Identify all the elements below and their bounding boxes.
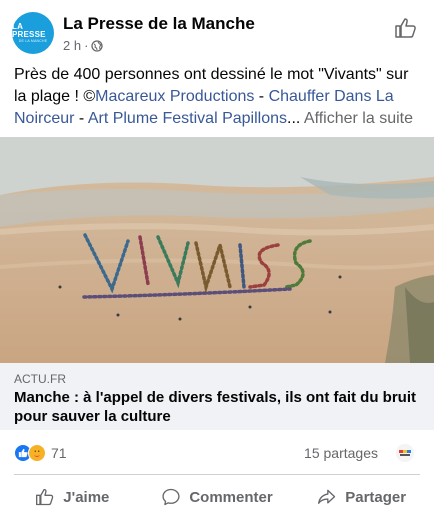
reactions-count: 71 <box>51 445 67 461</box>
share-button[interactable]: Partager <box>289 478 434 516</box>
post-photo[interactable] <box>0 137 434 363</box>
link-domain: ACTU.FR <box>14 372 66 386</box>
post-meta: 2 h · <box>63 38 104 53</box>
shares-count[interactable]: 15 partages <box>304 445 378 461</box>
beach-photo-image <box>0 137 434 363</box>
post-header: LA PRESSE DE LA MANCHE La Presse de la M… <box>0 0 434 62</box>
tag-separator: - <box>74 110 88 127</box>
share-arrow-icon <box>318 489 336 504</box>
page-name[interactable]: La Presse de la Manche <box>63 14 255 34</box>
post-stats: 71 15 partages <box>0 440 434 468</box>
meta-separator: · <box>84 38 89 53</box>
thumbs-up-icon <box>36 488 54 506</box>
see-more-link[interactable]: Afficher la suite <box>304 110 413 127</box>
post-time[interactable]: 2 h <box>63 38 81 53</box>
page-avatar[interactable]: LA PRESSE DE LA MANCHE <box>12 12 54 54</box>
like-label: J'aime <box>63 488 110 506</box>
care-reaction-icon <box>28 444 46 462</box>
tag-art-plume-festival[interactable]: Art Plume Festival Papillons <box>88 110 287 127</box>
tag-separator: - <box>254 88 269 105</box>
sharer-avatar[interactable] <box>396 444 414 462</box>
comment-icon <box>162 488 180 506</box>
link-title[interactable]: Manche : à l'appel de divers festivals, … <box>14 388 420 426</box>
share-label: Partager <box>345 488 407 506</box>
actions-divider <box>14 474 420 475</box>
globe-icon <box>91 39 104 52</box>
avatar-logo-line1: LA PRESSE <box>12 21 46 39</box>
text-ellipsis: ... <box>287 110 301 127</box>
tag-macareux-productions[interactable]: Macareux Productions <box>95 88 254 105</box>
like-button[interactable]: J'aime <box>0 478 145 516</box>
post-text: Près de 400 personnes ont dessiné le mot… <box>14 64 424 130</box>
comment-label: Commenter <box>189 488 273 506</box>
comment-button[interactable]: Commenter <box>145 478 290 516</box>
avatar-logo-line2: DE LA MANCHE <box>18 38 48 43</box>
post-actions: J'aime Commenter Partager <box>0 478 434 516</box>
reactions-summary[interactable]: 71 <box>14 444 67 462</box>
thumbs-up-icon[interactable] <box>394 16 418 40</box>
link-preview[interactable]: ACTU.FR Manche : à l'appel de divers fes… <box>0 363 434 430</box>
